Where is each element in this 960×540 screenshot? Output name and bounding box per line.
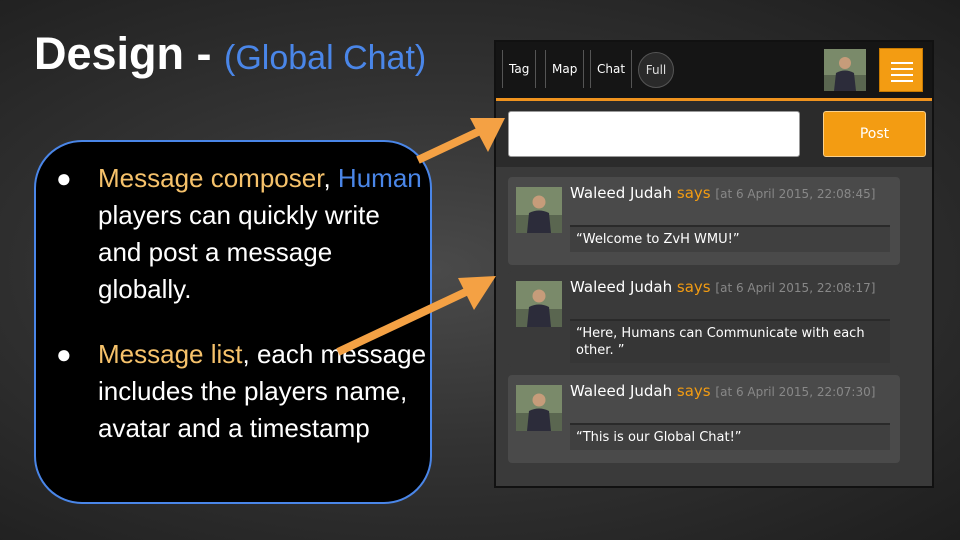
highlight-human: Human [337, 163, 422, 193]
author-name: Waleed Judah [570, 184, 673, 202]
message-composer: Post [496, 101, 932, 167]
callout-item-sep: , [323, 163, 331, 193]
full-button[interactable]: Full [638, 52, 674, 88]
author-name: Waleed Judah [570, 278, 673, 296]
slide-title-sub: (Global Chat) [224, 39, 427, 77]
bullet-icon: ● [56, 163, 72, 193]
callout-list: ● Message composer, Human players can qu… [56, 160, 428, 447]
callout-item-composer: ● Message composer, Human players can qu… [56, 160, 428, 308]
says-label: says [676, 184, 711, 202]
highlight-message-list: Message list [98, 339, 243, 369]
message-input[interactable] [508, 111, 800, 157]
tab-tag[interactable]: Tag [502, 50, 537, 88]
callout-box: ● Message composer, Human players can qu… [34, 140, 432, 504]
avatar [516, 187, 562, 233]
message-text: “This is our Global Chat!” [570, 423, 890, 450]
hamburger-menu-icon[interactable] [879, 48, 923, 92]
post-button[interactable]: Post [823, 111, 926, 157]
message-item: Waleed Judah says [at 6 April 2015, 22:0… [508, 375, 900, 463]
bullet-icon: ● [56, 339, 72, 369]
says-label: says [676, 278, 711, 296]
message-text: “Welcome to ZvH WMU!” [570, 225, 890, 252]
user-avatar[interactable] [824, 49, 866, 91]
arrow-to-composer [416, 126, 484, 164]
chat-app-window: Tag Map Chat Full Post Waleed Judah says… [494, 40, 934, 488]
arrow-head-list [458, 276, 496, 310]
message-header: Waleed Judah says [at 6 April 2015, 22:0… [570, 277, 890, 298]
highlight-composer: Message composer [98, 163, 324, 193]
message-header: Waleed Judah says [at 6 April 2015, 22:0… [570, 183, 890, 204]
callout-item-list: ● Message list, each message includes th… [56, 336, 428, 447]
message-timestamp: [at 6 April 2015, 22:08:45] [715, 187, 876, 201]
message-timestamp: [at 6 April 2015, 22:08:17] [715, 281, 876, 295]
top-navbar: Tag Map Chat Full [496, 42, 932, 101]
slide-title-main: Design - [34, 28, 225, 79]
tab-chat[interactable]: Chat [590, 50, 633, 88]
tab-map[interactable]: Map [545, 50, 585, 88]
message-text: “Here, Humans can Communicate with each … [570, 319, 890, 363]
message-list: Waleed Judah says [at 6 April 2015, 22:0… [496, 167, 932, 486]
message-timestamp: [at 6 April 2015, 22:07:30] [715, 385, 876, 399]
message-item: Waleed Judah says [at 6 April 2015, 22:0… [508, 177, 900, 265]
author-name: Waleed Judah [570, 382, 673, 400]
slide-title: Design - (Global Chat) [34, 28, 426, 80]
avatar [516, 281, 562, 327]
says-label: says [676, 382, 711, 400]
message-header: Waleed Judah says [at 6 April 2015, 22:0… [570, 381, 890, 402]
callout-item1-rest: players can quickly write and post a mes… [98, 200, 380, 304]
avatar [516, 385, 562, 431]
message-item: Waleed Judah says [at 6 April 2015, 22:0… [508, 271, 900, 367]
